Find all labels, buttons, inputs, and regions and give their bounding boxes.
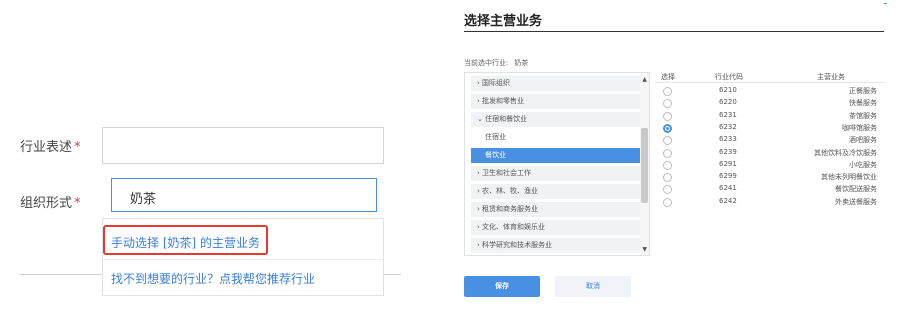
row-code: 6239: [719, 147, 737, 156]
current-industry-label: 当前选中行业:: [464, 59, 509, 67]
header-code: 行业代码: [715, 73, 743, 81]
table-row[interactable]: 6210 正餐服务: [655, 85, 885, 97]
tree-subitem[interactable]: 餐饮业: [471, 148, 640, 163]
table-row[interactable]: 6299 其他未列明餐饮业: [655, 171, 885, 183]
row-business: 小吃服务: [849, 160, 877, 169]
row-business: 茶馆服务: [849, 111, 877, 120]
tree-item[interactable]: › 卫生和社会工作: [471, 166, 640, 181]
table-row[interactable]: 6233 酒吧服务: [655, 134, 885, 146]
required-mark: *: [74, 196, 81, 211]
header-select: 选择: [661, 73, 675, 81]
row-code: 6242: [719, 196, 737, 205]
tree-item[interactable]: › 租赁和商务服务业: [471, 202, 640, 217]
save-button[interactable]: 保存: [464, 276, 540, 297]
scrollbar-thumb[interactable]: [641, 128, 648, 203]
table-header-divider: [655, 82, 885, 83]
dropdown-divider: [103, 259, 383, 260]
row-business: 其他饮料及冷饮服务: [814, 148, 877, 157]
row-business: 咖啡馆服务: [842, 123, 877, 132]
row-code: 6232: [719, 122, 737, 131]
row-business: 正餐服务: [849, 87, 877, 95]
row-radio[interactable]: [663, 87, 672, 96]
row-radio[interactable]: [663, 99, 672, 109]
table-row[interactable]: 6241 餐饮配送服务: [655, 183, 885, 195]
panel-title-rule: [464, 31, 884, 32]
tree-subitem[interactable]: 住宿业: [471, 130, 640, 145]
industry-label: 行业表述 *: [20, 136, 81, 155]
row-radio[interactable]: [663, 185, 672, 195]
cancel-button[interactable]: 取消: [555, 276, 631, 297]
row-radio[interactable]: [663, 123, 672, 133]
row-radio[interactable]: [663, 160, 672, 170]
industry-tree: › 国际组织 › 批发和零售业 ⌄ 住宿和餐饮业 住宿业餐饮业 › 卫生和社会工作 › 农…: [464, 72, 650, 256]
row-radio[interactable]: [663, 197, 672, 207]
tree-item[interactable]: › 农、林、牧、渔业: [471, 184, 640, 199]
org-input-value: 奶茶: [130, 192, 157, 207]
scroll-down-icon[interactable]: ▼: [642, 246, 647, 253]
recommend-industry-link[interactable]: 找不到想要的行业？点我帮您推荐行业: [111, 270, 315, 287]
row-code: 6299: [719, 172, 737, 181]
row-radio[interactable]: [663, 136, 672, 146]
tree-item[interactable]: ⌄ 住宿和餐饮业: [471, 112, 640, 127]
row-code: 6231: [719, 110, 737, 119]
org-input[interactable]: 奶茶: [111, 178, 377, 212]
row-code: 6210: [719, 86, 737, 94]
row-radio[interactable]: [663, 111, 672, 121]
header-business: 主营业务: [817, 73, 845, 81]
scroll-up-icon[interactable]: ▲: [642, 76, 647, 83]
tree-item[interactable]: › 文化、体育和娱乐业: [471, 220, 640, 235]
divider-left: [20, 274, 102, 275]
row-code: 6291: [719, 159, 737, 168]
table-row[interactable]: 6239 其他饮料及冷饮服务: [655, 147, 885, 159]
row-business: 其他未列明餐饮业: [821, 173, 877, 182]
required-mark: *: [74, 140, 81, 155]
row-business: 酒吧服务: [849, 136, 877, 145]
divider-right: [384, 274, 401, 275]
table-row[interactable]: 6291 小吃服务: [655, 159, 885, 171]
row-code: 6220: [719, 98, 737, 107]
industry-input[interactable]: [102, 127, 384, 164]
table-row[interactable]: 6220 快餐服务: [655, 97, 885, 109]
row-code: 6233: [719, 135, 737, 144]
table-row[interactable]: 6232 咖啡馆服务: [655, 122, 885, 134]
tree-scrollbar[interactable]: ▲ ▼: [640, 73, 649, 255]
row-business: 外卖送餐服务: [835, 197, 877, 206]
industry-label-text: 行业表述: [20, 140, 73, 155]
tree-item[interactable]: › 国际组织: [471, 76, 640, 91]
highlight-box: [103, 225, 268, 255]
row-radio[interactable]: [663, 173, 672, 183]
row-business: 快餐服务: [849, 99, 877, 108]
row-radio[interactable]: [663, 148, 672, 158]
table-row[interactable]: 6231 茶馆服务: [655, 110, 885, 122]
current-industry: 当前选中行业: 奶茶: [464, 58, 528, 68]
org-label: 组织形式 *: [20, 192, 81, 211]
tree-item[interactable]: › 科学研究和技术服务业: [471, 238, 640, 253]
table-row[interactable]: 6242 外卖送餐服务: [655, 196, 885, 208]
current-industry-value: 奶茶: [514, 59, 529, 67]
accent-tick: [884, 3, 887, 4]
row-business: 餐饮配送服务: [835, 185, 877, 194]
org-label-text: 组织形式: [20, 196, 73, 211]
row-code: 6241: [719, 184, 737, 193]
panel-title: 选择主营业务: [464, 14, 543, 29]
tree-item[interactable]: › 批发和零售业: [471, 94, 640, 109]
